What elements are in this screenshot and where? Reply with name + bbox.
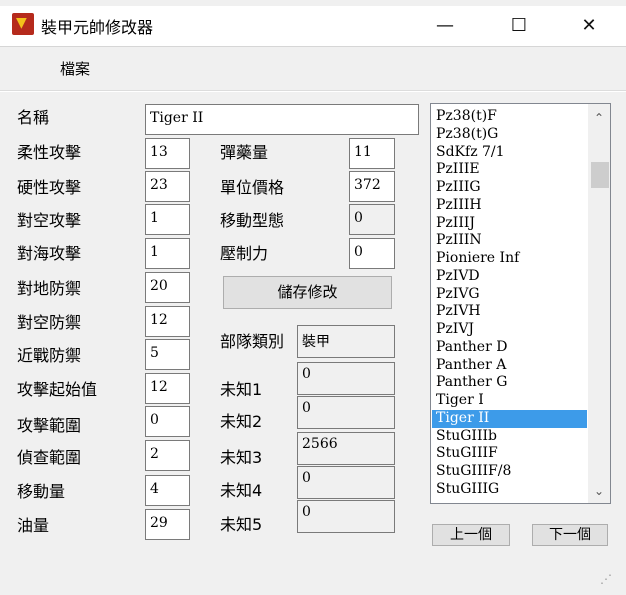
unit-list-item[interactable]: PzIIIN [432,232,587,250]
ground-defense-label: 對地防禦 [17,279,82,298]
unit-type-field: 裝甲 [297,325,395,358]
close-defense-label: 近戰防禦 [17,346,82,365]
unit-price-label: 單位價格 [220,178,285,197]
unit-list-item[interactable]: Panther D [432,339,587,357]
next-button[interactable]: 下一個 [532,524,608,546]
unit-list-item[interactable]: Tiger II [432,409,587,428]
unit-list-items: Pz38(t)F Pz38(t)G SdKfz 7/1 PzIIIE PzIIIG PzI… [432,108,587,499]
suppression-field[interactable]: 0 [349,238,395,269]
unknown3-label: 未知3 [220,448,263,467]
unit-list-item[interactable]: PzIIIE [432,161,587,179]
name-field[interactable]: Tiger II [145,104,419,135]
scroll-thumb[interactable] [591,162,609,188]
unit-list-item[interactable]: Pz38(t)G [432,126,587,144]
unknown5-label: 未知5 [220,515,263,534]
soft-attack-label: 柔性攻擊 [17,143,82,162]
initiative-field[interactable]: 12 [145,373,190,404]
ammo-field[interactable]: 11 [349,138,395,169]
unit-type-label: 部隊類別 [220,332,285,351]
hard-attack-field[interactable]: 23 [145,171,190,202]
window-title: 裝甲元帥修改器 [41,18,154,37]
air-defense-field[interactable]: 12 [145,306,190,337]
unit-list-item[interactable]: StuGIIIF/8 [432,463,587,481]
minimize-button[interactable]: — [422,6,468,46]
unit-list-item[interactable]: PzIIIJ [432,215,587,233]
close-button[interactable]: ✕ [566,6,612,46]
unknown5-field: 0 [297,500,395,533]
resize-grip-icon[interactable]: ⋰ [600,572,612,586]
scroll-up-arrow-icon[interactable]: ⌃ [588,108,610,128]
scroll-down-arrow-icon[interactable]: ⌄ [588,481,610,501]
unit-list-item[interactable]: StuGIIIF [432,445,587,463]
air-defense-label: 對空防禦 [17,313,82,332]
naval-attack-label: 對海攻擊 [17,244,82,263]
ground-defense-field[interactable]: 20 [145,272,190,303]
hard-attack-label: 硬性攻擊 [17,178,82,197]
unknown2-label: 未知2 [220,412,263,431]
unit-list-item[interactable]: StuGIIIG [432,481,587,499]
unit-listbox[interactable]: Pz38(t)F Pz38(t)G SdKfz 7/1 PzIIIE PzIIIG PzI… [430,103,611,504]
unit-list-item[interactable]: Pz38(t)F [432,108,587,126]
spotting-field[interactable]: 2 [145,440,190,471]
naval-attack-field[interactable]: 1 [145,238,190,269]
maximize-button[interactable]: ☐ [496,6,542,46]
prev-button[interactable]: 上一個 [432,524,510,546]
unit-list-item[interactable]: SdKfz 7/1 [432,144,587,162]
app-icon [12,13,34,35]
unit-list-item[interactable]: Pioniere Inf [432,250,587,268]
unit-list-item[interactable]: StuGIIIb [432,428,587,446]
attack-range-field[interactable]: 0 [145,406,190,437]
move-type-field: 0 [349,204,395,235]
unit-list-item[interactable]: PzIVG [432,286,587,304]
movement-field[interactable]: 4 [145,475,190,506]
unit-list-item[interactable]: PzIVJ [432,321,587,339]
close-defense-field[interactable]: 5 [145,339,190,370]
fuel-field[interactable]: 29 [145,509,190,540]
unit-list-item[interactable]: Tiger I [432,392,587,410]
air-attack-label: 對空攻擊 [17,211,82,230]
suppression-label: 壓制力 [220,244,269,263]
fuel-label: 油量 [17,516,50,535]
unit-list-item[interactable]: Panther G [432,374,587,392]
unknown2-field: 0 [297,396,395,429]
initiative-label: 攻擊起始值 [17,380,98,399]
air-attack-field[interactable]: 1 [145,204,190,235]
unit-list-item[interactable]: Panther A [432,357,587,375]
menu-divider [0,90,626,92]
ammo-label: 彈藥量 [220,143,269,162]
unit-list-item[interactable]: PzIVD [432,268,587,286]
unknown3-field: 2566 [297,432,395,465]
movement-label: 移動量 [17,482,66,501]
spotting-label: 偵查範圍 [17,448,82,467]
unknown4-label: 未知4 [220,481,263,500]
menu-bar [0,47,626,89]
unknown1-label: 未知1 [220,380,263,399]
name-label: 名稱 [17,108,50,127]
unit-price-field[interactable]: 372 [349,171,395,202]
move-type-label: 移動型態 [220,211,285,230]
unit-list-item[interactable]: PzIVH [432,303,587,321]
unknown4-field: 0 [297,466,395,499]
list-scrollbar[interactable]: ⌃ ⌄ [588,104,610,503]
soft-attack-field[interactable]: 13 [145,138,190,169]
unit-list-item[interactable]: PzIIIG [432,179,587,197]
attack-range-label: 攻擊範圍 [17,416,82,435]
unit-list-item[interactable]: PzIIIH [432,197,587,215]
menu-file[interactable]: 檔案 [60,58,90,79]
unknown1-field: 0 [297,362,395,395]
save-button[interactable]: 儲存修改 [223,276,392,309]
